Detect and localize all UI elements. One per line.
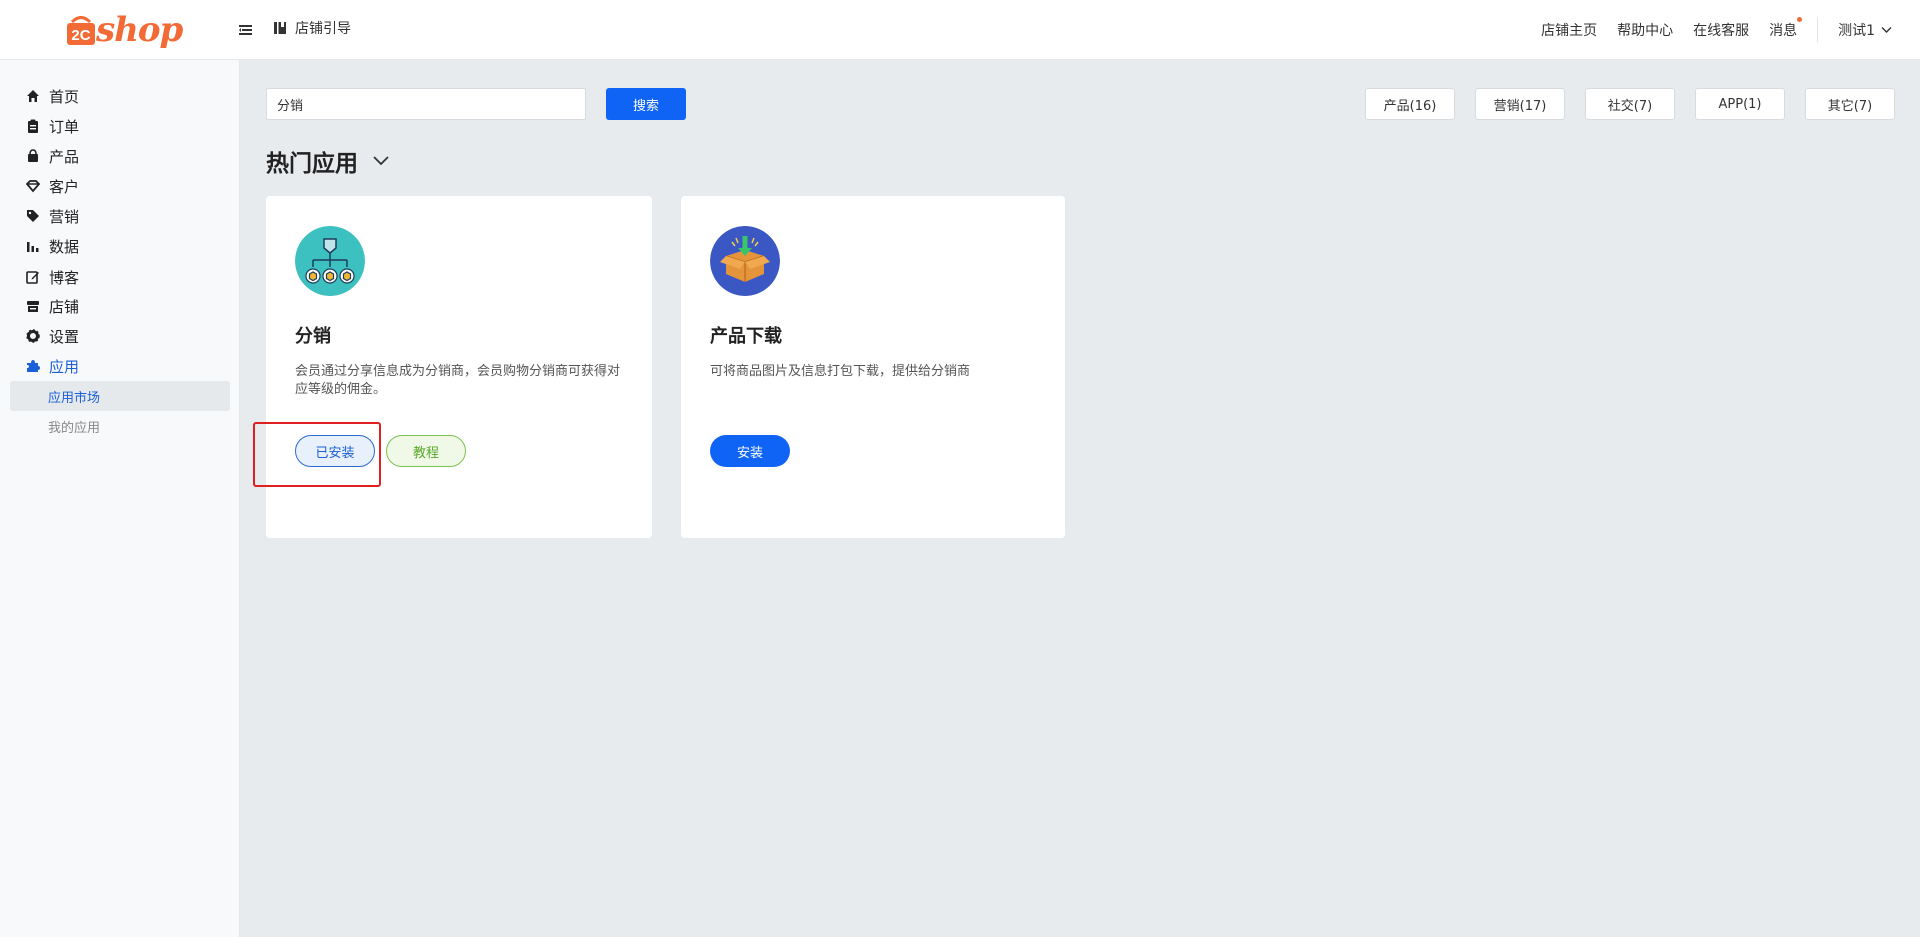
sidebar-item-label: 营销 bbox=[49, 207, 80, 226]
home-icon bbox=[26, 89, 40, 103]
book-icon bbox=[274, 22, 286, 34]
box-download-icon bbox=[710, 226, 780, 296]
user-name: 测试1 bbox=[1838, 23, 1875, 39]
sidebar-item-label: 首页 bbox=[49, 87, 80, 106]
sidebar-item-blog[interactable]: 博客 bbox=[26, 265, 79, 289]
sidebar-item-label: 店铺 bbox=[49, 297, 80, 316]
search-input[interactable] bbox=[266, 88, 586, 120]
app-name: 产品下载 bbox=[710, 326, 782, 347]
edit-icon bbox=[26, 270, 40, 284]
sidebar-item-label: 客户 bbox=[49, 177, 80, 196]
category-other-button[interactable]: 其它(7) bbox=[1805, 88, 1895, 120]
sidebar-item-label: 应用 bbox=[49, 357, 80, 376]
sidebar-item-orders[interactable]: 订单 bbox=[26, 114, 79, 138]
nav-store-home[interactable]: 店铺主页 bbox=[1541, 20, 1597, 40]
sidebar-item-store[interactable]: 店铺 bbox=[26, 294, 79, 318]
section-header: 热门应用 bbox=[266, 144, 390, 178]
store-guide-label: 店铺引导 bbox=[295, 21, 351, 37]
app-description: 可将商品图片及信息打包下载，提供给分销商 bbox=[710, 364, 971, 379]
sidebar-item-label: 设置 bbox=[49, 327, 80, 346]
sidebar-item-customers[interactable]: 客户 bbox=[26, 174, 79, 198]
nav-messages-label: 消息 bbox=[1769, 23, 1798, 39]
puzzle-icon bbox=[26, 359, 40, 373]
install-button[interactable]: 安装 bbox=[710, 435, 790, 467]
top-nav: 店铺主页 帮助中心 在线客服 消息 测试1 bbox=[1521, 0, 1920, 60]
sidebar-subitem-app-market[interactable]: 应用市场 bbox=[10, 381, 230, 411]
user-menu[interactable]: 测试1 bbox=[1838, 20, 1892, 40]
menu-toggle-icon[interactable] bbox=[238, 19, 256, 41]
sidebar-subitem-my-apps[interactable]: 我的应用 bbox=[10, 411, 230, 441]
store-guide-link[interactable]: 店铺引导 bbox=[273, 18, 351, 38]
sidebar-item-label: 博客 bbox=[49, 268, 80, 287]
logo[interactable]: 2C shop bbox=[66, 10, 183, 50]
sidebar-item-marketing[interactable]: 营销 bbox=[26, 204, 79, 228]
installed-button[interactable]: 已安装 bbox=[295, 435, 375, 467]
svg-text:2C: 2C bbox=[71, 27, 90, 44]
nav-help-center[interactable]: 帮助中心 bbox=[1617, 20, 1673, 40]
app-card-distribution: 分销 会员通过分享信息成为分销商，会员购物分销商可获得对应等级的佣金。 已安装 … bbox=[266, 196, 652, 538]
bar-chart-icon bbox=[26, 239, 40, 253]
bag-icon bbox=[26, 149, 40, 163]
store-icon bbox=[26, 299, 40, 313]
app-card-product-download: 产品下载 可将商品图片及信息打包下载，提供给分销商 安装 bbox=[681, 196, 1065, 538]
nav-divider bbox=[1817, 18, 1819, 42]
sidebar-item-apps[interactable]: 应用 bbox=[26, 354, 79, 378]
chevron-down-icon bbox=[1881, 27, 1892, 33]
app-name: 分销 bbox=[295, 326, 331, 347]
app-description: 会员通过分享信息成为分销商，会员购物分销商可获得对应等级的佣金。 bbox=[295, 364, 621, 397]
tutorial-button[interactable]: 教程 bbox=[386, 435, 466, 467]
notification-dot bbox=[1797, 17, 1803, 22]
section-title: 热门应用 bbox=[266, 151, 358, 177]
search-button[interactable]: 搜索 bbox=[606, 88, 686, 120]
sidebar-item-label: 数据 bbox=[49, 237, 80, 256]
logo-text: shop bbox=[96, 10, 183, 50]
nav-messages[interactable]: 消息 bbox=[1769, 17, 1803, 40]
category-social-button[interactable]: 社交(7) bbox=[1585, 88, 1675, 120]
sidebar-item-data[interactable]: 数据 bbox=[26, 234, 79, 258]
distribution-network-icon bbox=[295, 226, 365, 296]
shop-bag-logo-icon: 2C bbox=[67, 16, 95, 45]
sidebar-item-home[interactable]: 首页 bbox=[26, 84, 79, 108]
chevron-down-icon[interactable] bbox=[372, 155, 390, 167]
gear-icon bbox=[26, 329, 40, 343]
sidebar-item-products[interactable]: 产品 bbox=[26, 144, 79, 168]
sidebar-item-label: 订单 bbox=[49, 117, 80, 136]
sidebar-item-settings[interactable]: 设置 bbox=[26, 324, 79, 348]
tag-icon bbox=[26, 209, 40, 223]
top-bar: 2C shop 店铺引导 店铺主页 帮助中心 在线客服 消息 测试1 bbox=[0, 0, 1920, 60]
category-app-button[interactable]: APP(1) bbox=[1695, 88, 1785, 120]
category-products-button[interactable]: 产品(16) bbox=[1365, 88, 1455, 120]
sidebar: 首页 订单 产品 客户 营销 数据 博客 店铺 设置 应用 应用市场 我的应用 bbox=[0, 60, 240, 937]
category-marketing-button[interactable]: 营销(17) bbox=[1475, 88, 1565, 120]
clipboard-icon bbox=[26, 119, 40, 133]
nav-online-service[interactable]: 在线客服 bbox=[1693, 20, 1749, 40]
diamond-icon bbox=[26, 179, 40, 193]
sidebar-item-label: 产品 bbox=[49, 147, 80, 166]
